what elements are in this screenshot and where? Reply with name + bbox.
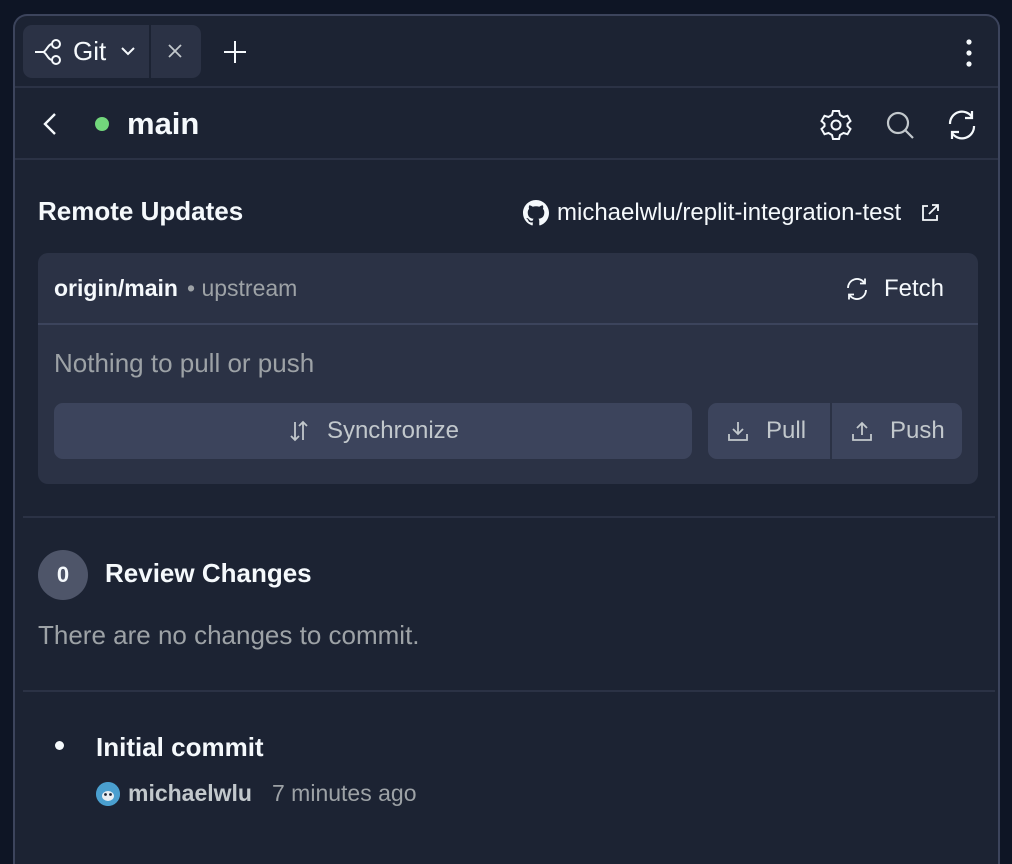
avatar: [96, 782, 120, 806]
pull-push-divider: [830, 403, 832, 459]
branch-header: main: [15, 88, 998, 160]
chevron-down-icon[interactable]: [119, 42, 137, 60]
pull-icon: [728, 422, 748, 441]
review-changes-title: Review Changes: [105, 558, 312, 588]
push-icon: [852, 421, 872, 441]
commit-author: michaelwlu: [128, 780, 252, 806]
synchronize-label: Synchronize: [326, 417, 460, 444]
pull-button[interactable]: Pull: [726, 403, 806, 459]
git-pane: Git main Remote Updates michaelwlu/repli…: [13, 14, 1000, 864]
repo-name: michaelwlu/replit-integration-test: [557, 199, 902, 226]
external-link-icon: [922, 204, 940, 221]
origin-branch: origin/main: [54, 275, 178, 301]
section-divider: [23, 690, 995, 692]
synchronize-button[interactable]: Synchronize: [54, 403, 692, 459]
push-button[interactable]: Push: [850, 403, 945, 459]
gear-icon[interactable]: [819, 108, 853, 142]
fetch-label: Fetch: [884, 275, 945, 302]
plus-icon[interactable]: [221, 38, 249, 66]
section-divider: [23, 516, 995, 518]
refresh-icon[interactable]: [945, 108, 979, 142]
tab-bar: Git: [15, 16, 998, 88]
commit-dot: [55, 741, 64, 750]
no-changes-message: There are no changes to commit.: [38, 620, 420, 650]
repo-link[interactable]: michaelwlu/replit-integration-test: [523, 198, 941, 228]
branch-status-dot: [95, 117, 109, 131]
synchronize-icon: [290, 420, 308, 442]
pull-push-group: Pull Push: [708, 403, 962, 459]
close-icon[interactable]: [165, 41, 185, 61]
commit-time: 7 minutes ago: [272, 780, 417, 806]
branch-name: main: [127, 106, 200, 141]
tab-divider: [149, 25, 151, 78]
search-icon[interactable]: [883, 108, 917, 142]
fetch-button[interactable]: Fetch: [844, 273, 944, 305]
github-icon: [523, 200, 549, 226]
remote-card-header: origin/main • upstream Fetch: [38, 253, 978, 325]
avatar-image: [96, 782, 120, 806]
remote-card: origin/main • upstream Fetch Nothing to …: [38, 253, 978, 484]
commit-message[interactable]: Initial commit: [96, 732, 264, 763]
push-label: Push: [890, 417, 945, 444]
sync-status: Nothing to pull or push: [54, 348, 315, 378]
upstream-label: • upstream: [187, 275, 298, 301]
remote-updates-title: Remote Updates: [38, 196, 244, 226]
tab-label: Git: [73, 36, 107, 66]
git-branch-icon: [35, 39, 61, 65]
fetch-icon: [847, 278, 867, 300]
back-chevron-icon[interactable]: [39, 110, 61, 138]
changes-count-badge: 0: [38, 550, 88, 600]
tab-git[interactable]: Git: [23, 25, 201, 78]
pull-label: Pull: [766, 417, 807, 444]
kebab-menu-icon[interactable]: [959, 38, 979, 68]
